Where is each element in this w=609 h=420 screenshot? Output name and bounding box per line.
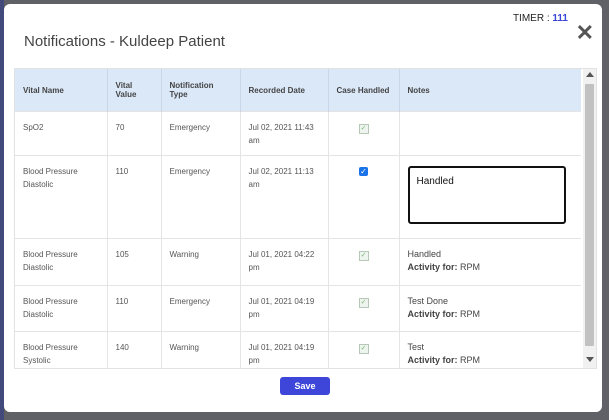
cell-vital-value: 110 [107, 285, 162, 332]
table-row: Blood Pressure Diastolic 110 Emergency J… [15, 285, 581, 332]
cell-case-handled: ✓ [328, 155, 400, 239]
cell-vital-name: Blood Pressure Diastolic [15, 285, 108, 332]
activity-value: RPM [460, 309, 481, 319]
notifications-table-container: Vital Name Vital Value Notification Type… [14, 68, 597, 369]
col-header-recorded-date: Recorded Date [240, 69, 329, 112]
activity-value: RPM [460, 355, 481, 365]
cell-case-handled: ✓ [328, 111, 400, 156]
activity-line: Activity for: RPM [408, 261, 574, 274]
cell-recorded-date: Jul 01, 2021 04:19 pm [240, 331, 329, 368]
note-text: Handled [407, 249, 442, 259]
cell-notification-type: Emergency [161, 285, 241, 332]
col-header-vital-name: Vital Name [15, 69, 108, 112]
case-handled-checkbox-disabled: ✓ [358, 298, 369, 308]
scroll-down-arrow-icon[interactable] [586, 357, 594, 362]
cell-notification-type: Emergency [161, 155, 241, 239]
case-handled-checkbox[interactable]: ✓ [359, 167, 368, 176]
scroll-up-arrow-icon[interactable] [586, 72, 594, 77]
table-row: Blood Pressure Systolic 140 Warning Jul … [15, 331, 581, 368]
cell-vital-value: 140 [107, 331, 162, 368]
table-row: Blood Pressure Diastolic 110 Emergency J… [15, 155, 581, 239]
col-header-notes: Notes [399, 69, 581, 112]
cell-vital-value: 70 [107, 111, 162, 156]
table-header-row: Vital Name Vital Value Notification Type… [15, 69, 581, 112]
case-handled-checkbox-disabled: ✓ [358, 124, 369, 134]
activity-label: Activity for: [407, 309, 458, 319]
note-text: Test [407, 342, 425, 352]
cell-recorded-date: Jul 01, 2021 04:19 pm [240, 285, 329, 332]
cell-notes: Handled [399, 155, 581, 239]
notes-textarea[interactable]: Handled [407, 166, 566, 224]
col-header-case-handled: Case Handled [328, 69, 400, 112]
table-row: Blood Pressure Diastolic 105 Warning Jul… [15, 238, 581, 286]
cell-case-handled: ✓ [328, 285, 400, 332]
cell-recorded-date: Jul 01, 2021 04:22 pm [240, 238, 329, 286]
activity-value: RPM [460, 262, 481, 272]
timer-value: 111 [552, 13, 568, 24]
cell-vital-value: 110 [107, 155, 162, 239]
case-handled-checkbox-disabled: ✓ [358, 251, 369, 261]
col-header-notification-type: Notification Type [161, 69, 241, 112]
cell-vital-name: Blood Pressure Diastolic [15, 155, 108, 239]
activity-line: Activity for: RPM [408, 354, 574, 367]
cell-vital-name: Blood Pressure Diastolic [15, 238, 108, 286]
activity-label: Activity for: [407, 262, 458, 272]
cell-case-handled: ✓ [328, 331, 400, 368]
cell-recorded-date: Jul 02, 2021 11:13 am [240, 155, 329, 239]
scrollbar-thumb[interactable] [585, 84, 594, 346]
notifications-modal: TIMER : 111 ✕ Notifications - Kuldeep Pa… [4, 4, 602, 412]
cell-notification-type: Warning [161, 331, 241, 368]
save-button[interactable]: Save [280, 377, 330, 395]
cell-vital-name: SpO2 [15, 111, 108, 156]
note-text: Test Done [407, 296, 449, 306]
cell-case-handled: ✓ [328, 238, 400, 286]
notifications-table: Vital Name Vital Value Notification Type… [15, 69, 581, 368]
col-header-vital-value: Vital Value [107, 69, 162, 112]
cell-vital-name: Blood Pressure Systolic [15, 331, 108, 368]
cell-notes [399, 111, 581, 156]
cell-notes: Test Activity for: RPM [399, 331, 581, 368]
cell-recorded-date: Jul 02, 2021 11:43 am [240, 111, 329, 156]
modal-title: Notifications - Kuldeep Patient [24, 33, 225, 50]
cell-notification-type: Warning [161, 238, 241, 286]
activity-line: Activity for: RPM [408, 308, 574, 321]
activity-label: Activity for: [407, 355, 458, 365]
cell-notes: Handled Activity for: RPM [399, 238, 581, 286]
cell-notification-type: Emergency [161, 111, 241, 156]
cell-vital-value: 105 [107, 238, 162, 286]
table-row: SpO2 70 Emergency Jul 02, 2021 11:43 am … [15, 111, 581, 156]
table-scrollbar[interactable] [583, 69, 596, 368]
timer: TIMER : 111 [513, 13, 568, 24]
close-icon[interactable]: ✕ [576, 22, 594, 44]
case-handled-checkbox-disabled: ✓ [358, 344, 369, 354]
cell-notes: Test Done Activity for: RPM [399, 285, 581, 332]
timer-label: TIMER : [512, 13, 550, 24]
